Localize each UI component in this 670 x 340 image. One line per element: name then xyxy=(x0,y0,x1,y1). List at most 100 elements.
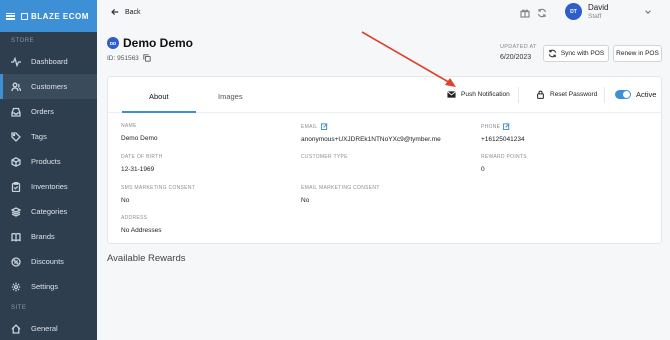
email-consent-value: No xyxy=(301,197,310,204)
discount-icon xyxy=(11,256,21,267)
home-icon xyxy=(11,323,21,334)
brand-logo[interactable]: BLAZE ECOM xyxy=(21,12,89,21)
sidebar-item-general[interactable]: General xyxy=(0,316,97,340)
active-toggle[interactable] xyxy=(615,90,631,99)
sms-consent-label: SMS MARKETING CONSENT xyxy=(121,185,196,191)
active-label: Active xyxy=(636,90,657,99)
sidebar-item-dashboard[interactable]: Dashboard xyxy=(0,49,97,74)
box-icon xyxy=(11,156,21,167)
address-label: ADDRESS xyxy=(121,215,148,221)
gear-icon xyxy=(11,282,21,291)
brand-bar: BLAZE ECOM xyxy=(0,0,97,32)
edit-icon[interactable] xyxy=(503,123,510,130)
email-label-row: EMAIL xyxy=(301,123,441,130)
back-button[interactable]: Back xyxy=(111,8,141,16)
customer-id: ID: 951563 xyxy=(107,54,139,62)
sidebar-item-label: Settings xyxy=(31,282,59,291)
sidebar-item-label: Dashboard xyxy=(31,57,68,66)
brand-name: BLAZE ECOM xyxy=(31,11,89,21)
sidebar-item-categories[interactable]: Categories xyxy=(0,199,97,224)
logo-icon xyxy=(21,12,28,20)
phone-label: PHONE xyxy=(481,123,501,130)
clipboard-icon xyxy=(11,181,21,192)
sidebar-item-brands[interactable]: Brands xyxy=(0,224,97,249)
customer-header: DD Demo Demo ID: 951563 xyxy=(107,36,193,62)
users-icon xyxy=(11,82,21,91)
field-reward-points: REWARD POINTS 0 xyxy=(481,154,527,173)
sidebar: BLAZE ECOM STORE Dashboard Customers Ord… xyxy=(0,0,97,340)
sidebar-item-label: Orders xyxy=(31,107,54,116)
sidebar-item-inventories[interactable]: Inventories xyxy=(0,174,97,199)
sidebar-item-label: Brands xyxy=(31,232,55,241)
field-customer-type: CUSTOMER TYPE xyxy=(301,154,348,160)
updated-value: 6/20/2023 xyxy=(500,54,532,61)
sync-icon xyxy=(548,49,556,58)
sidebar-item-label: Categories xyxy=(31,207,68,216)
reward-points-label: REWARD POINTS xyxy=(481,154,527,160)
book-icon xyxy=(11,232,21,242)
sync-with-pos-button[interactable]: Sync with POS xyxy=(543,45,609,62)
field-email: EMAIL anonymous+UXJDREk1NTNoYXc9@tymber.… xyxy=(301,123,441,143)
reward-points-value: 0 xyxy=(481,166,485,173)
gift-icon[interactable] xyxy=(520,8,530,18)
sidebar-item-settings[interactable]: Settings xyxy=(0,274,97,299)
reset-label: Reset Password xyxy=(550,91,598,98)
menu-icon[interactable] xyxy=(6,12,15,20)
chevron-down-icon xyxy=(645,9,652,14)
sidebar-item-tags[interactable]: Tags xyxy=(0,124,97,149)
renew-in-pos-button[interactable]: Renew in POS xyxy=(613,45,662,62)
sidebar-item-label: Products xyxy=(31,157,61,166)
updated-at: UPDATED AT 6/20/2023 xyxy=(500,44,537,61)
section-store-label: STORE xyxy=(11,38,35,44)
tab-images[interactable]: Images xyxy=(218,92,243,101)
sidebar-item-products[interactable]: Products xyxy=(0,149,97,174)
refresh-icon[interactable] xyxy=(537,8,547,18)
email-label: EMAIL xyxy=(301,123,318,130)
arrow-left-icon xyxy=(111,9,119,15)
reset-password-button[interactable]: Reset Password xyxy=(536,90,597,99)
sms-consent-value: No xyxy=(121,197,130,204)
sync-label: Sync with POS xyxy=(560,50,605,57)
updated-label: UPDATED AT xyxy=(500,44,537,50)
customer-details-card: About Images Push Notification Reset Pas… xyxy=(107,76,662,244)
sidebar-item-orders[interactable]: Orders xyxy=(0,99,97,124)
user-name: David xyxy=(588,3,609,12)
active-toggle-group: Active xyxy=(615,90,656,99)
tab-about[interactable]: About xyxy=(149,92,169,101)
renew-label: Renew in POS xyxy=(616,50,659,57)
sidebar-item-customers[interactable]: Customers xyxy=(0,74,97,99)
mail-icon xyxy=(447,91,456,98)
back-label: Back xyxy=(125,8,141,16)
copy-icon[interactable] xyxy=(143,54,151,62)
top-bar: Back DT David Staff xyxy=(97,0,670,30)
phone-label-row: PHONE xyxy=(481,123,525,130)
name-label: NAME xyxy=(121,123,137,129)
address-value: No Addresses xyxy=(121,227,162,234)
sidebar-item-label: Inventories xyxy=(31,182,68,191)
field-address: ADDRESS No Addresses xyxy=(121,215,161,234)
customer-type-label: CUSTOMER TYPE xyxy=(301,154,348,160)
dob-label: DATE OF BIRTH xyxy=(121,154,163,160)
page-title: Demo Demo xyxy=(123,36,194,50)
field-phone: PHONE +16125041234 xyxy=(481,123,525,143)
field-sms-consent: SMS MARKETING CONSENT No xyxy=(121,185,195,204)
active-tab-indicator xyxy=(122,111,196,113)
activity-icon xyxy=(11,56,21,67)
push-notification-button[interactable]: Push Notification xyxy=(447,90,510,99)
email-consent-label: EMAIL MARKETING CONSENT xyxy=(301,185,380,191)
customer-avatar: DD xyxy=(107,37,119,49)
field-email-consent: EMAIL MARKETING CONSENT No xyxy=(301,185,380,204)
inbox-icon xyxy=(11,107,21,117)
edit-icon[interactable] xyxy=(320,123,328,130)
sidebar-item-label: Customers xyxy=(31,82,68,91)
sidebar-item-label: Tags xyxy=(31,132,47,141)
tab-bar: About Images Push Notification Reset Pas… xyxy=(108,77,661,113)
field-dob: DATE OF BIRTH 12-31-1969 xyxy=(121,154,163,173)
name-value: Demo Demo xyxy=(121,135,158,142)
tag-icon xyxy=(11,131,21,142)
avatar: DT xyxy=(565,3,582,20)
sidebar-item-label: General xyxy=(31,324,58,333)
user-menu[interactable]: DT David Staff xyxy=(565,3,652,20)
sidebar-item-discounts[interactable]: Discounts xyxy=(0,249,97,274)
divider xyxy=(604,87,605,103)
